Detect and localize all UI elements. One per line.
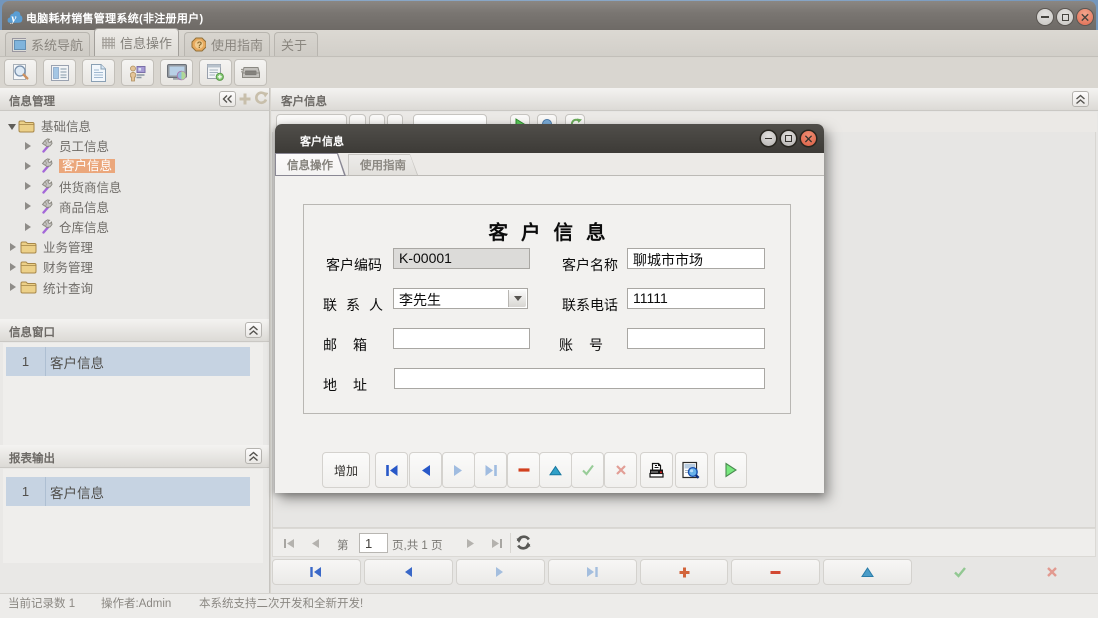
- svg-text:?: ?: [197, 40, 203, 50]
- svg-text:y: y: [9, 13, 17, 24]
